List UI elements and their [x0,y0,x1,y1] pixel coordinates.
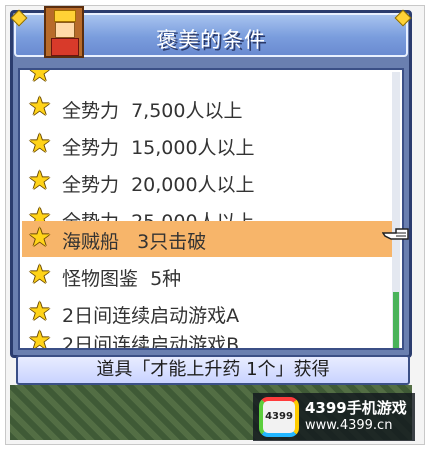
crown-icon [54,10,76,22]
hand-pointer-icon [382,228,409,240]
list-item[interactable]: ★ 全势力 15,000人以上 [22,127,394,163]
star-icon: ★ [28,260,52,290]
4399-logo-icon: 4399 [259,397,299,437]
scroll-thumb[interactable] [393,292,399,348]
condition-label: 全势力 7,500人以上 [62,100,243,122]
scrollbar[interactable] [392,72,400,348]
condition-list[interactable]: ★ ★ 全势力 7,500人以上 ★ 全势力 15,000人以上 ★ 全势力 2… [18,68,404,350]
watermark-logo: 4399 4399手机游戏 www.4399.cn [253,393,415,441]
condition-label: 海贼船 3只击破 [62,231,207,253]
star-icon: ★ [28,166,52,196]
list-item[interactable]: ★ 全势力 7,500人以上 [22,90,394,126]
reward-text: 道具「才能上升药 1个」获得 [96,359,330,380]
condition-label: 全势力 20,000人以上 [62,174,255,196]
star-icon: ★ [28,223,52,253]
star-icon: ★ [28,68,52,88]
list-item-clipped: ★ [22,68,394,92]
list-item[interactable]: ★ 全势力 20,000人以上 [22,164,394,200]
robe-icon [51,38,79,56]
logo-icon-text: 4399 [265,411,293,422]
condition-label: 怪物图鉴 5种 [62,268,182,290]
star-icon: ★ [28,297,52,327]
star-icon: ★ [28,129,52,159]
condition-label: 2日间连续启动游戏B [62,334,240,350]
king-portrait-icon [44,6,84,58]
brand-url: www.4399.cn [305,418,393,433]
brand-title: 4399手机游戏 [305,399,407,417]
list-item[interactable]: ★ 怪物图鉴 5种 [22,258,394,294]
condition-label: 全势力 15,000人以上 [62,137,255,159]
star-icon: ★ [28,92,52,122]
face-icon [55,22,75,38]
list-item-selected[interactable]: ★ 海贼船 3只击破 [22,221,394,257]
star-icon: ★ [28,326,52,350]
reward-banner: 道具「才能上升药 1个」获得 [16,355,410,385]
list-item[interactable]: ★ 2日间连续启动游戏B [22,324,394,350]
